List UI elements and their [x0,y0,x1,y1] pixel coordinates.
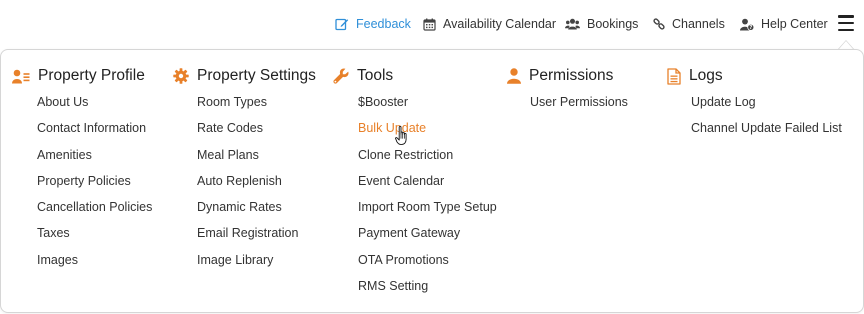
property-profile-list: About Us Contact Information Amenities P… [37,93,152,277]
menu-item-about-us[interactable]: About Us [37,93,152,119]
bookings-link[interactable]: Bookings [565,15,638,33]
availability-calendar-label: Availability Calendar [443,17,557,31]
menu-item-image-library[interactable]: Image Library [197,251,298,277]
menu-item-rms-setting[interactable]: RMS Setting [358,277,497,303]
menu-item-meal-plans[interactable]: Meal Plans [197,146,298,172]
wrench-icon [333,68,349,84]
document-icon [667,67,681,85]
bookings-label: Bookings [587,17,639,31]
menu-item-amenities[interactable]: Amenities [37,146,152,172]
feedback-link[interactable]: Feedback [335,15,411,33]
tools-heading: Tools [333,67,393,85]
menu-item-channel-update-failed-list[interactable]: Channel Update Failed List [691,119,842,145]
feedback-label: Feedback [356,17,411,31]
hamburger-icon[interactable] [838,15,854,31]
permissions-title: Permissions [529,67,614,84]
menu-item-booster[interactable]: $Booster [358,93,497,119]
permissions-heading: Permissions [507,67,613,85]
top-navigation: Feedback Availability Calendar Bookings [0,0,864,48]
gear-icon [173,68,189,84]
menu-column-property-profile: Property Profile About Us Contact Inform… [12,67,152,267]
menu-item-import-room-type-setup[interactable]: Import Room Type Setup [358,198,497,224]
menu-item-room-types[interactable]: Room Types [197,93,298,119]
help-center-label: Help Center [761,17,828,31]
menu-item-images[interactable]: Images [37,251,152,277]
property-profile-heading: Property Profile [12,67,145,85]
menu-item-property-policies[interactable]: Property Policies [37,172,152,198]
menu-column-logs: Logs Update Log Channel Update Failed Li… [667,67,842,135]
logs-heading: Logs [667,67,723,85]
channels-link[interactable]: Channels [653,15,725,33]
menu-column-property-settings: Property Settings Room Types Rate Codes … [173,67,316,267]
user-icon [507,68,521,84]
menu-item-contact-information[interactable]: Contact Information [37,119,152,145]
user-list-icon [12,69,30,83]
svg-text:?: ? [749,25,752,31]
menu-column-tools: Tools $Booster Bulk Update Clone Restric… [333,67,497,293]
channels-label: Channels [672,17,725,31]
property-settings-list: Room Types Rate Codes Meal Plans Auto Re… [197,93,298,277]
menu-item-clone-restriction[interactable]: Clone Restriction [358,146,497,172]
logs-list: Update Log Channel Update Failed List [691,93,842,146]
menu-item-rate-codes[interactable]: Rate Codes [197,119,298,145]
tools-title: Tools [357,67,394,84]
property-settings-title: Property Settings [197,67,316,84]
hand-cursor-icon [395,126,407,145]
link-icon [653,18,665,30]
menu-column-permissions: Permissions User Permissions [507,67,628,109]
menu-item-taxes[interactable]: Taxes [37,224,152,250]
menu-item-user-permissions[interactable]: User Permissions [530,93,628,119]
calendar-icon [423,18,436,31]
tools-list: $Booster Bulk Update Clone Restriction E… [358,93,497,303]
menu-item-ota-promotions[interactable]: OTA Promotions [358,251,497,277]
dropdown-caret [838,40,854,49]
edit-icon [335,18,349,31]
permissions-list: User Permissions [530,93,628,119]
availability-calendar-link[interactable]: Availability Calendar [423,15,556,33]
menu-item-email-registration[interactable]: Email Registration [197,224,298,250]
menu-item-cancellation-policies[interactable]: Cancellation Policies [37,198,152,224]
menu-item-dynamic-rates[interactable]: Dynamic Rates [197,198,298,224]
menu-item-event-calendar[interactable]: Event Calendar [358,172,497,198]
menu-item-bulk-update[interactable]: Bulk Update [358,119,497,145]
help-center-link[interactable]: ? Help Center [740,15,828,33]
property-settings-heading: Property Settings [173,67,316,85]
property-profile-title: Property Profile [38,67,145,84]
user-question-icon: ? [740,18,754,31]
users-icon [565,18,580,30]
menu-item-auto-replenish[interactable]: Auto Replenish [197,172,298,198]
menu-item-update-log[interactable]: Update Log [691,93,842,119]
menu-item-payment-gateway[interactable]: Payment Gateway [358,224,497,250]
logs-title: Logs [689,67,723,84]
